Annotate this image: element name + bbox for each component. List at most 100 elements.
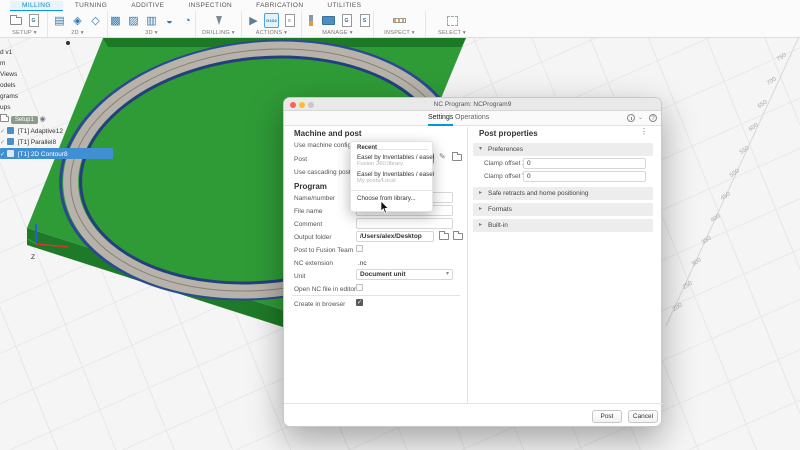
- template-library-icon[interactable]: S: [357, 13, 372, 28]
- tab-inspection[interactable]: INSPECTION: [176, 1, 244, 10]
- 2d-contour-icon[interactable]: ◇: [88, 13, 103, 28]
- comment-field[interactable]: [356, 218, 453, 229]
- unit-dropdown[interactable]: Document unit: [356, 269, 453, 280]
- tab-milling[interactable]: MILLING: [10, 1, 63, 11]
- group-setup: G SETUP ▾: [2, 11, 48, 37]
- browser-item-units[interactable]: m: [0, 60, 5, 67]
- dialog-titlebar[interactable]: NC Program: NCProgram9: [284, 98, 661, 111]
- select-icon[interactable]: [445, 13, 460, 28]
- adaptive-clearing-icon[interactable]: ▩: [108, 13, 123, 28]
- output-folder-field[interactable]: /Users/alex/Desktop: [356, 231, 434, 242]
- browser-item-label: odels: [0, 82, 16, 89]
- open-post-folder-icon[interactable]: [452, 154, 462, 161]
- recent-post-source: Fusion 360 library: [357, 161, 403, 167]
- browser-item-label: grams: [0, 93, 18, 100]
- parallel-icon[interactable]: ▥: [144, 13, 159, 28]
- post-to-fusion-team-checkbox[interactable]: [356, 245, 363, 252]
- post-properties-menu-icon[interactable]: ⋮: [640, 127, 648, 136]
- post-button[interactable]: Post: [592, 410, 622, 423]
- section-safe-retracts[interactable]: ▸ Safe retracts and home positioning: [473, 187, 653, 200]
- tool-library-icon[interactable]: [303, 13, 318, 28]
- group-label-drilling[interactable]: DRILLING ▾: [202, 30, 235, 36]
- group-select: SELECT ▾: [426, 11, 478, 37]
- browser-handle-dot[interactable]: [66, 41, 70, 45]
- nc-program-dialog: NC Program: NCProgram9 Settings | Operat…: [283, 97, 662, 427]
- recent-post-item[interactable]: Easel by Inventables / easel: [357, 171, 434, 178]
- expand-arrow-icon: ▸: [479, 187, 482, 200]
- section-label: Preferences: [488, 146, 523, 153]
- post-process-icon[interactable]: G1G2: [264, 13, 279, 28]
- spiral-icon[interactable]: ◔: [180, 13, 195, 28]
- section-built-in[interactable]: ▸ Built-in: [473, 219, 653, 232]
- tab-turning[interactable]: TURNING: [63, 1, 119, 10]
- post-label: Post: [294, 156, 307, 163]
- setup-sheet-icon[interactable]: ≡: [282, 13, 297, 28]
- tab-utilities[interactable]: UTILITIES: [315, 1, 373, 10]
- drill-glyph: [216, 16, 222, 25]
- group-label-setup[interactable]: SETUP ▾: [12, 30, 37, 36]
- drill-icon[interactable]: [211, 13, 226, 28]
- group-actions: ▶ G1G2 ≡ ACTIONS ▾: [242, 11, 302, 37]
- section-preferences[interactable]: ▾ Preferences: [473, 143, 653, 156]
- create-in-browser-checkbox[interactable]: ✓: [356, 299, 363, 306]
- clamp-offset-x-label: Clamp offset X: [484, 160, 527, 167]
- cancel-button[interactable]: Cancel: [628, 410, 658, 423]
- browser-op-adaptive[interactable]: ✓ [T1] Adaptive12: [0, 127, 63, 135]
- 2d-pocket-icon[interactable]: ◈: [70, 13, 85, 28]
- browser-setup-row[interactable]: Setup1 ◉: [0, 115, 46, 124]
- setup-visibility-icon[interactable]: ◉: [40, 116, 46, 123]
- flat-icon[interactable]: ▨: [126, 13, 141, 28]
- group-label-2d[interactable]: 2D ▾: [71, 30, 84, 36]
- clamp-offset-x-field[interactable]: 0: [523, 158, 646, 169]
- measure-icon[interactable]: [392, 13, 407, 28]
- gcode-doc-glyph: G: [29, 14, 39, 27]
- recent-post-item[interactable]: Easel by Inventables / easel: [357, 154, 434, 161]
- scallop-icon[interactable]: ◒: [162, 13, 177, 28]
- browser-op-2d-contour-selected[interactable]: ✓ [T1] 2D Contour8: [0, 148, 113, 159]
- browser-item-setups[interactable]: ups: [0, 104, 10, 111]
- open-output-folder-icon[interactable]: [439, 233, 449, 240]
- open-nc-in-editor-checkbox[interactable]: [356, 284, 363, 291]
- new-nc-program-icon[interactable]: G: [26, 13, 41, 28]
- clamp-offset-y-field[interactable]: 0: [523, 171, 646, 182]
- browse-output-folder-icon[interactable]: [453, 233, 463, 240]
- help-icon[interactable]: ?: [649, 114, 657, 122]
- adaptive-toolpath-icon: [7, 127, 14, 134]
- browser-item-named-views[interactable]: Views: [0, 71, 17, 78]
- s-doc-glyph: S: [360, 14, 370, 27]
- group-label-select[interactable]: SELECT ▾: [438, 30, 466, 36]
- machine-library-icon[interactable]: [321, 13, 336, 28]
- group-label-inspect[interactable]: INSPECT ▾: [384, 30, 415, 36]
- output-folder-label: Output folder: [294, 234, 332, 241]
- edit-post-icon[interactable]: ✎: [439, 152, 446, 161]
- expand-arrow-icon: ▸: [479, 219, 482, 232]
- tab-fabrication[interactable]: FABRICATION: [244, 1, 315, 10]
- op-check-icon: ✓: [0, 128, 7, 135]
- tab-operations[interactable]: Operations: [455, 114, 489, 124]
- group-label-3d[interactable]: 3D ▾: [145, 30, 158, 36]
- 2d-adaptive-icon[interactable]: ▤: [52, 13, 67, 28]
- browser-op-parallel[interactable]: ✓ [T1] Parallel8: [0, 138, 56, 146]
- section-formats[interactable]: ▸ Formats: [473, 203, 653, 216]
- browser-item-models[interactable]: odels: [0, 82, 16, 89]
- new-setup-folder-icon[interactable]: [8, 13, 23, 28]
- tool-glyph: [309, 15, 313, 26]
- op-label: [T1] Parallel8: [18, 139, 56, 146]
- unit-label: Unit: [294, 273, 306, 280]
- chevron-down-icon[interactable]: ⌄: [638, 114, 643, 121]
- post-library-icon[interactable]: G: [339, 13, 354, 28]
- recent-header-rule: [373, 149, 428, 150]
- sheet-doc-glyph: ≡: [285, 14, 295, 27]
- history-clock-icon[interactable]: [627, 114, 635, 122]
- section-label: Built-in: [488, 222, 508, 229]
- browser-item-document[interactable]: d v1: [0, 49, 12, 56]
- browser-item-nc-programs[interactable]: grams: [0, 93, 18, 100]
- create-in-browser-label: Create in browser: [294, 301, 345, 308]
- simulate-icon[interactable]: ▶: [246, 13, 261, 28]
- group-label-actions[interactable]: ACTIONS ▾: [256, 30, 287, 36]
- setup-badge[interactable]: Setup1: [11, 116, 38, 124]
- tab-additive[interactable]: ADDITIVE: [119, 1, 176, 10]
- group-label-manage[interactable]: MANAGE ▾: [322, 30, 353, 36]
- workspace-tab-bar: MILLING TURNING ADDITIVE INSPECTION FABR…: [0, 0, 800, 11]
- group-2d: ▤ ◈ ◇ 2D ▾: [48, 11, 108, 37]
